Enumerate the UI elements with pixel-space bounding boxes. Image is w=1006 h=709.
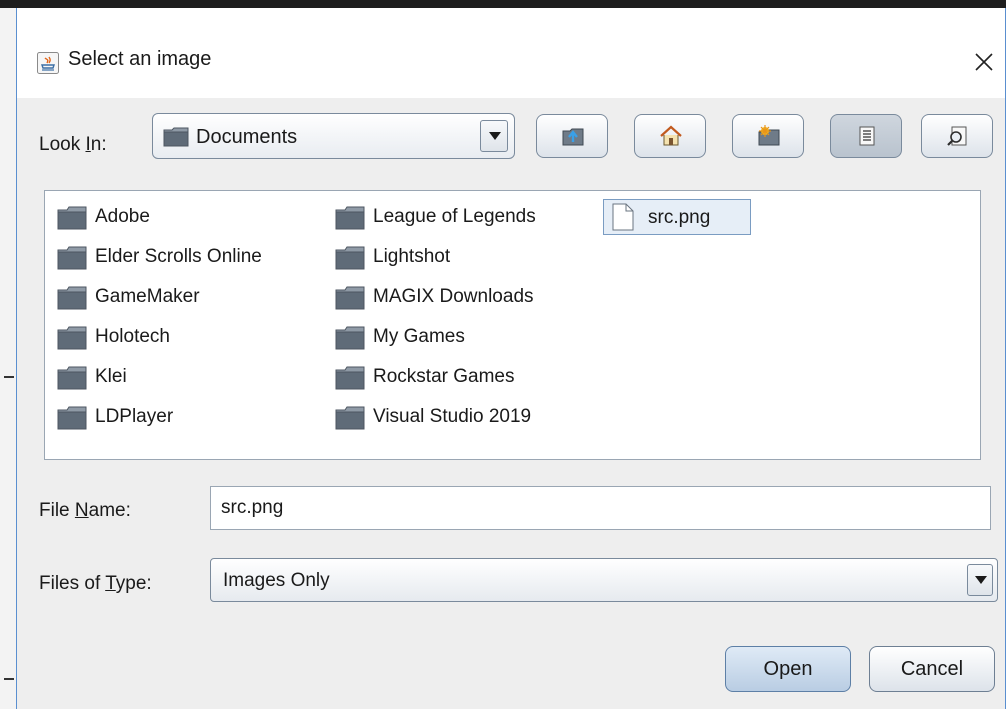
folder-icon [57,326,87,350]
up-one-level-button[interactable] [536,114,608,158]
folder-icon [57,286,87,310]
desktop-background-top [0,0,1006,8]
folder-item[interactable]: Lightshot [335,241,595,273]
folder-icon [163,127,189,147]
title-bar[interactable]: Select an image [17,8,1005,98]
chevron-down-icon [975,576,987,584]
file-name-label: File Name: [39,500,131,522]
look-in-combo[interactable]: Documents [152,113,515,159]
folder-name: Lightshot [373,246,451,267]
create-new-folder-button[interactable] [732,114,804,158]
folder-item[interactable]: Rockstar Games [335,361,595,393]
folder-icon [335,246,365,270]
folder-icon [57,246,87,270]
home-button[interactable] [634,114,706,158]
file-name-input[interactable] [210,486,991,530]
create-new-folder-icon [758,125,780,146]
details-view-button[interactable] [921,114,993,158]
folder-item[interactable]: My Games [335,321,595,353]
folder-icon [57,406,87,430]
up-one-level-icon [562,128,584,146]
folder-name: Holotech [95,326,170,347]
folder-item[interactable]: LDPlayer [57,401,317,433]
file-name-label-suffix: ame: [88,500,131,521]
look-in-label-prefix: Look [39,134,86,155]
list-view-icon [859,126,875,146]
folder-item[interactable]: Klei [57,361,317,393]
file-chooser-dialog: Select an image Look In: Documents Adobe… [16,8,1006,709]
folder-icon [57,206,87,230]
folder-name: MAGIX Downloads [373,286,534,307]
folder-name: Rockstar Games [373,366,515,387]
files-of-type-label-suffix: ype: [115,573,152,594]
files-of-type-value: Images Only [223,570,330,591]
files-of-type-label-prefix: Files of [39,573,106,594]
folder-name: My Games [373,326,465,347]
folder-item[interactable]: Elder Scrolls Online [57,241,317,273]
folder-item[interactable]: Visual Studio 2019 [335,401,595,433]
folder-name: GameMaker [95,286,200,307]
details-view-icon [947,126,967,146]
list-view-button[interactable] [830,114,902,158]
home-icon [660,125,682,146]
folder-item[interactable]: GameMaker [57,281,317,313]
look-in-value: Documents [196,126,298,148]
folder-item[interactable]: Adobe [57,201,317,233]
java-app-icon [37,52,59,74]
look-in-label-suffix: n: [90,134,107,155]
folder-name: Elder Scrolls Online [95,246,262,267]
file-item-selected[interactable]: src.png [603,199,751,235]
folder-icon [335,406,365,430]
folder-item[interactable]: League of Legends [335,201,595,233]
cancel-button[interactable]: Cancel [869,646,995,692]
folder-icon [57,366,87,390]
folder-item[interactable]: MAGIX Downloads [335,281,595,313]
file-icon [612,203,634,231]
files-of-type-label-mnemonic: T [105,573,116,594]
folder-icon [335,206,365,230]
files-of-type-label: Files of Type: [39,573,152,595]
folder-icon [335,326,365,350]
files-of-type-combo[interactable]: Images Only [210,558,998,602]
folder-icon [335,286,365,310]
folder-item[interactable]: Holotech [57,321,317,353]
close-button[interactable] [969,41,999,81]
folder-icon [335,366,365,390]
file-name: src.png [648,207,711,228]
dialog-title: Select an image [68,48,212,70]
close-icon [975,53,993,71]
file-list[interactable]: Adobe Elder Scrolls Online GameMaker Hol… [44,190,981,460]
chevron-down-icon [489,132,501,140]
look-in-dropdown-button[interactable] [480,120,508,152]
folder-name: League of Legends [373,206,536,227]
file-name-label-prefix: File [39,500,75,521]
open-button[interactable]: Open [725,646,851,692]
desktop-mark [4,376,14,378]
folder-name: Visual Studio 2019 [373,406,532,427]
folder-name: LDPlayer [95,406,174,427]
file-name-label-mnemonic: N [74,500,89,521]
folder-name: Klei [95,366,127,387]
files-of-type-dropdown-button[interactable] [967,564,993,596]
desktop-mark [4,678,14,680]
desktop-background-left [0,8,16,709]
look-in-label: Look In: [39,134,107,156]
folder-name: Adobe [95,206,150,227]
